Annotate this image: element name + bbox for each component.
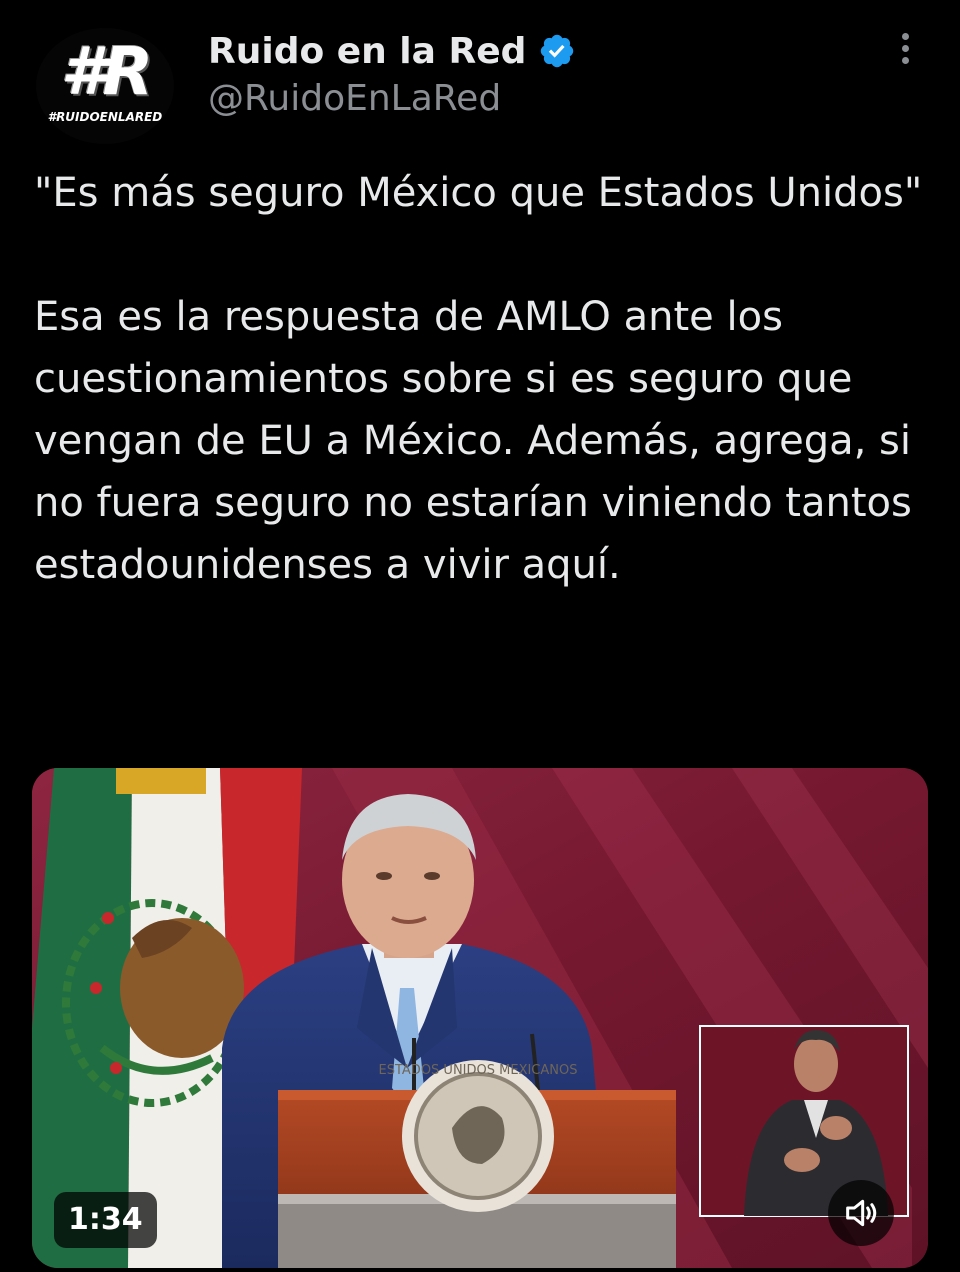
tweet-paragraph-body: Esa es la respuesta de AMLO ante los cue… [34,294,912,588]
tweet-text: "Es más seguro México que Estados Unidos… [34,162,934,596]
avatar-logo-mark: #R [60,33,154,110]
avatar[interactable]: #R #RUIDOENLARED [36,28,174,144]
podium-seal-text: ESTADOS UNIDOS MEXICANOS [379,1063,578,1078]
volume-button[interactable] [828,1180,894,1246]
verified-badge-icon [541,34,574,68]
video-player[interactable]: ESTADOS UNIDOS MEXICANOS [32,768,928,1268]
avatar-logo-tag: #RUIDOENLARED [47,110,163,124]
video-frame: ESTADOS UNIDOS MEXICANOS [32,768,928,1268]
display-name[interactable]: Ruido en la Red [208,31,526,72]
name-row[interactable]: Ruido en la Red [208,28,576,74]
account-handle[interactable]: @RuidoEnLaRed [208,78,501,119]
tweet-header: #R #RUIDOENLARED Ruido en la Red @RuidoE… [0,0,960,150]
video-duration: 1:34 [54,1192,157,1248]
volume-icon [846,1199,877,1227]
podium: ESTADOS UNIDOS MEXICANOS [278,1060,676,1268]
more-options-icon[interactable] [890,28,920,72]
tweet-paragraph-quote: "Es más seguro México que Estados Unidos… [34,170,923,216]
